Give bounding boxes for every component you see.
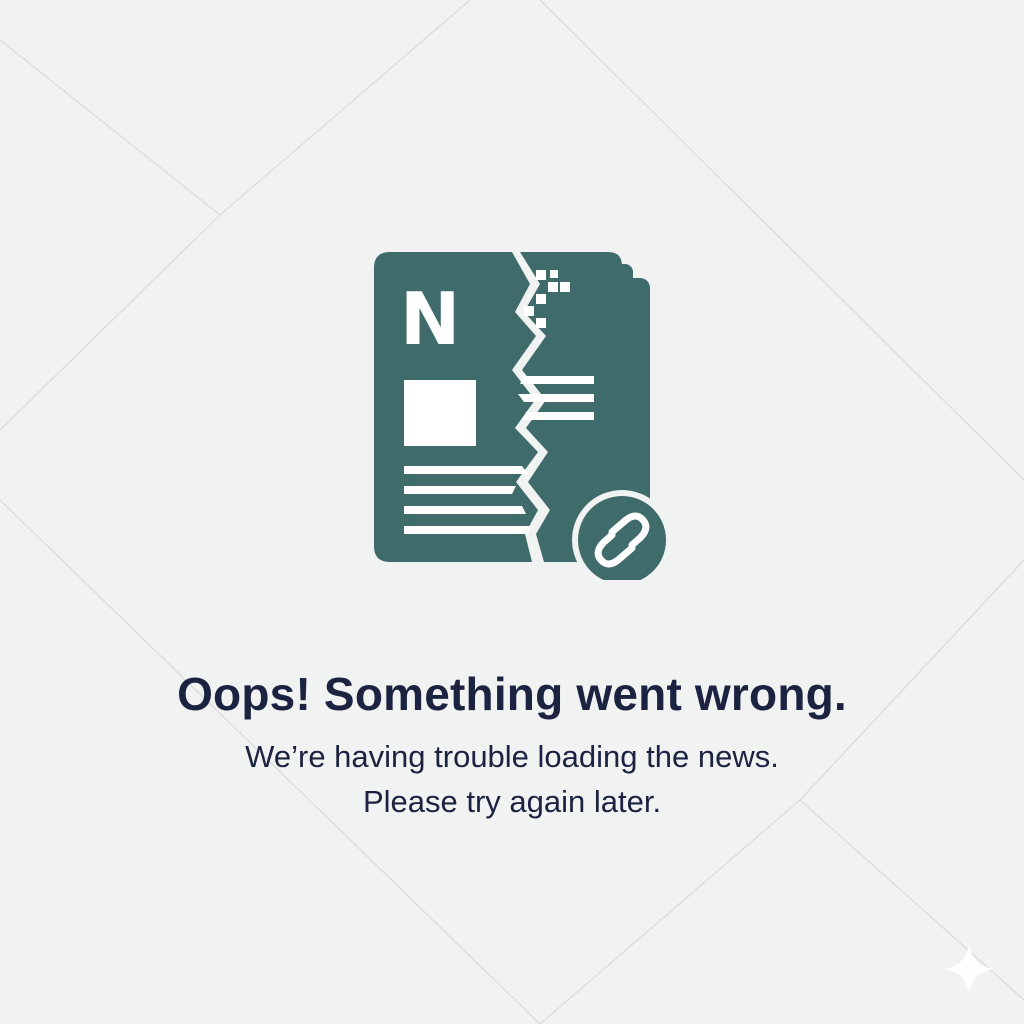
broken-newspaper-icon: N [374,252,672,580]
error-message-line-1: We’re having trouble loading the news. [245,739,779,774]
error-message-line-2: Please try again later. [362,784,662,819]
error-title: Oops! Something went wrong. [177,668,847,720]
masthead-letter: N [400,277,460,361]
sparkle-icon [944,944,994,994]
error-message: We’re having trouble loading the news. P… [0,734,1024,824]
